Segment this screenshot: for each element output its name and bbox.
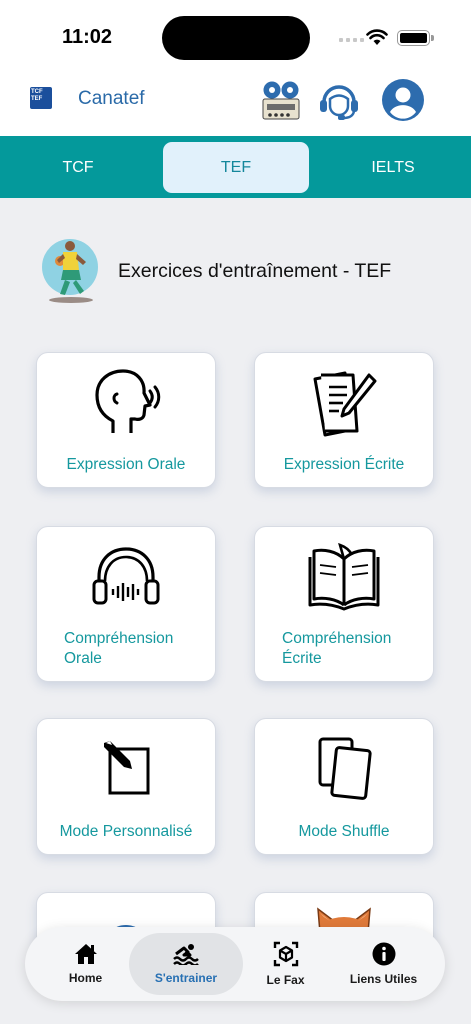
card-label-line-2: Orale: [64, 650, 102, 667]
status-time: 11:02: [62, 26, 113, 48]
card-label-line-2: Écrite: [282, 650, 322, 667]
bottom-nav-bar: Home S'entrainer Le Fax Liens Utiles: [25, 927, 445, 1001]
dynamic-island: [162, 16, 310, 60]
open-book-icon: [308, 542, 380, 611]
app-header: TCF TEF Canatef: [0, 70, 471, 136]
cube-scan-icon: [273, 941, 298, 967]
battery-icon: [397, 30, 434, 46]
app-title: Canatef: [78, 88, 145, 109]
card-comprehension-orale[interactable]: Compréhension Orale: [36, 526, 216, 682]
speaking-head-icon: [95, 369, 161, 433]
wifi-icon: [366, 29, 388, 45]
edit-square-icon: [104, 741, 150, 795]
card-comprehension-ecrite[interactable]: Compréhension Écrite: [254, 526, 434, 682]
nav-label: Home: [68, 971, 103, 985]
section-header: Exercices d'entraînement - TEF: [40, 236, 460, 306]
swimming-icon: [173, 944, 199, 965]
nav-liens-utiles[interactable]: Liens Utiles: [331, 933, 436, 995]
card-expression-orale[interactable]: Expression Orale: [36, 352, 216, 488]
card-label: Expression Orale: [66, 456, 186, 473]
tab-tef[interactable]: TEF: [163, 142, 309, 193]
card-label: Mode Personnalisé: [59, 823, 193, 840]
card-mode-shuffle[interactable]: Mode Shuffle: [254, 718, 434, 855]
recorder-icon[interactable]: [259, 78, 303, 122]
card-label: Mode Shuffle: [298, 823, 390, 840]
card-label-line-1: Compréhension: [64, 630, 174, 647]
tab-tcf[interactable]: TCF: [5, 142, 151, 193]
nav-home[interactable]: Home: [33, 933, 138, 995]
category-tab-bar: TCF TEF IELTS: [0, 136, 471, 198]
cellular-signal-icon: [339, 38, 364, 42]
tab-ielts[interactable]: IELTS: [320, 142, 466, 193]
profile-icon[interactable]: [381, 78, 425, 122]
nav-label: S'entrainer: [154, 971, 218, 985]
card-label: Expression Écrite: [283, 456, 405, 473]
info-icon: [372, 942, 395, 966]
card-mode-personnalise[interactable]: Mode Personnalisé: [36, 718, 216, 855]
card-expression-ecrite[interactable]: Expression Écrite: [254, 352, 434, 488]
card-label-line-1: Compréhension: [282, 630, 392, 647]
nav-le-fax[interactable]: Le Fax: [233, 933, 338, 995]
headphones-icon: [92, 547, 160, 605]
cards-icon: [318, 737, 372, 800]
writing-paper-icon: [313, 371, 377, 437]
nav-label: Liens Utiles: [349, 972, 418, 986]
nav-sentrainer[interactable]: S'entrainer: [129, 933, 243, 995]
section-title: Exercices d'entraînement - TEF: [118, 260, 392, 282]
support-headset-icon[interactable]: [317, 78, 361, 122]
home-icon: [74, 944, 97, 964]
nav-label: Le Fax: [266, 973, 305, 987]
basketball-player-illustration: [42, 239, 98, 303]
status-bar: 11:02: [0, 0, 471, 70]
app-logo: TCF TEF: [30, 87, 52, 109]
